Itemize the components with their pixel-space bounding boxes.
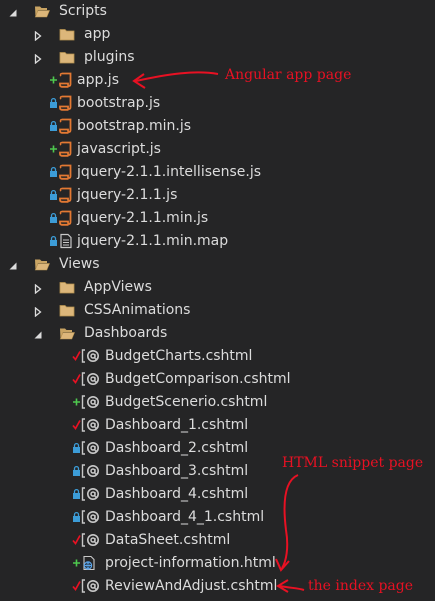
solution-explorer: { "tree": { "items": [ {"label":"Scripts… xyxy=(0,0,435,601)
arrow-to-project-information xyxy=(281,474,299,569)
arrow-to-app-js xyxy=(135,71,219,82)
arrow-head-project-information xyxy=(275,558,290,572)
annotation-arrows xyxy=(132,71,305,593)
